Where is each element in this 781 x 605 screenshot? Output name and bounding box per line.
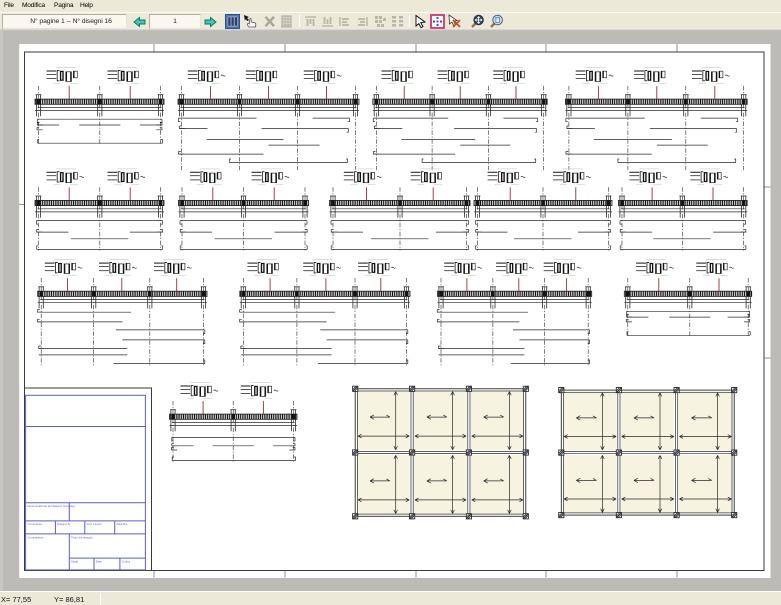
svg-text:Disegno N.: Disegno N. xyxy=(57,522,71,526)
svg-text:Scala: Scala xyxy=(71,559,78,563)
svg-text:Data Dis.: Data Dis. xyxy=(117,522,129,526)
svg-text:Codice: Codice xyxy=(122,559,131,563)
svg-text:Data: Data xyxy=(96,559,102,563)
svg-text:Denominazione del disegno (pro: Denominazione del disegno (progetto) xyxy=(28,504,75,508)
svg-text:Commessa: Commessa xyxy=(28,522,43,526)
svg-text:Cod. Lavoro: Cod. Lavoro xyxy=(87,522,103,526)
svg-text:Committente: Committente xyxy=(28,535,44,539)
svg-text:Titolo del disegno: Titolo del disegno xyxy=(71,535,93,539)
